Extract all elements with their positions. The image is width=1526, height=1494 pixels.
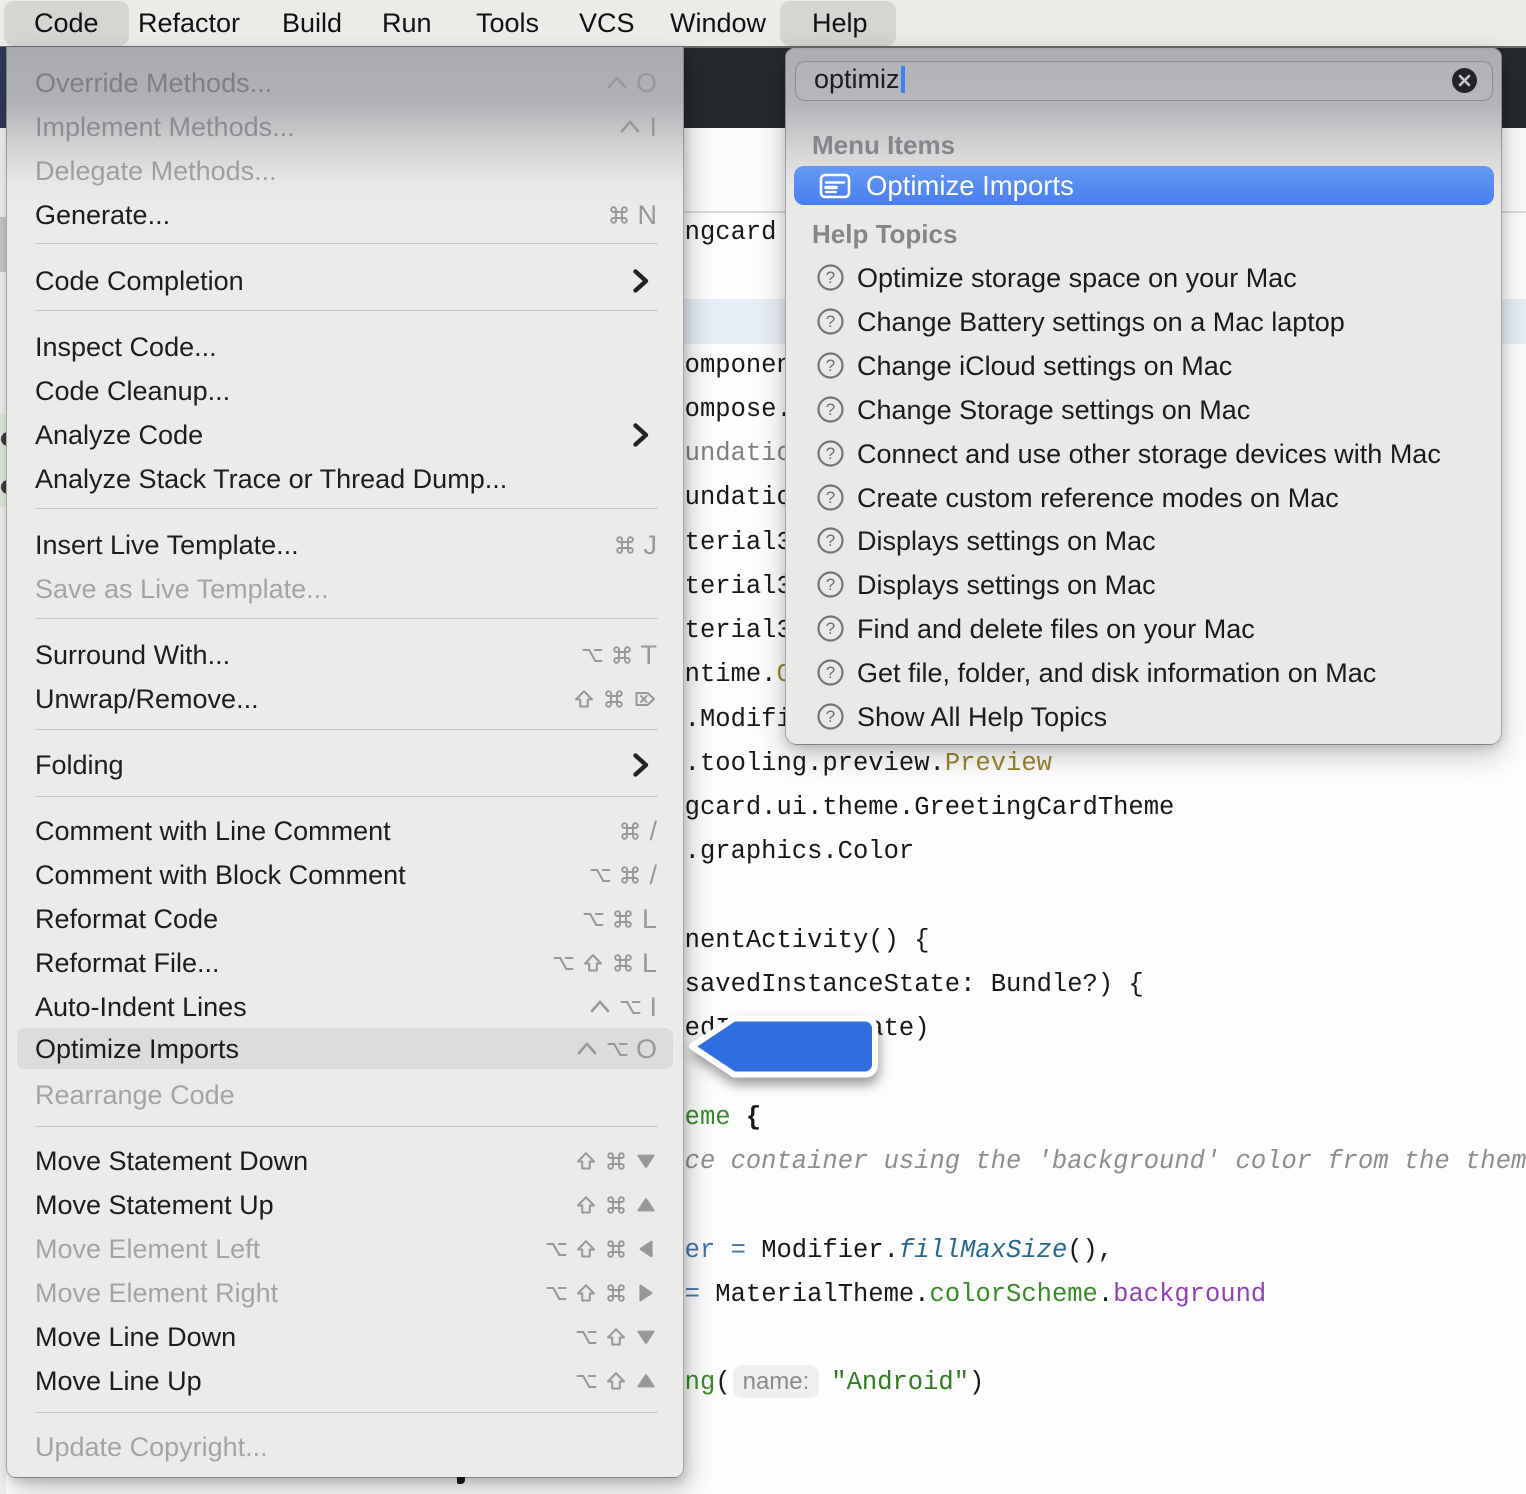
svg-text:?: ? <box>826 707 835 726</box>
svg-text:?: ? <box>826 312 835 331</box>
svg-text:?: ? <box>826 619 835 638</box>
svg-text:?: ? <box>826 488 835 507</box>
svg-text:?: ? <box>826 400 835 419</box>
svg-text:?: ? <box>826 531 835 550</box>
svg-text:?: ? <box>826 444 835 463</box>
svg-text:?: ? <box>826 268 835 287</box>
svg-text:?: ? <box>826 663 835 682</box>
svg-text:?: ? <box>826 356 835 375</box>
svg-text:?: ? <box>826 575 835 594</box>
